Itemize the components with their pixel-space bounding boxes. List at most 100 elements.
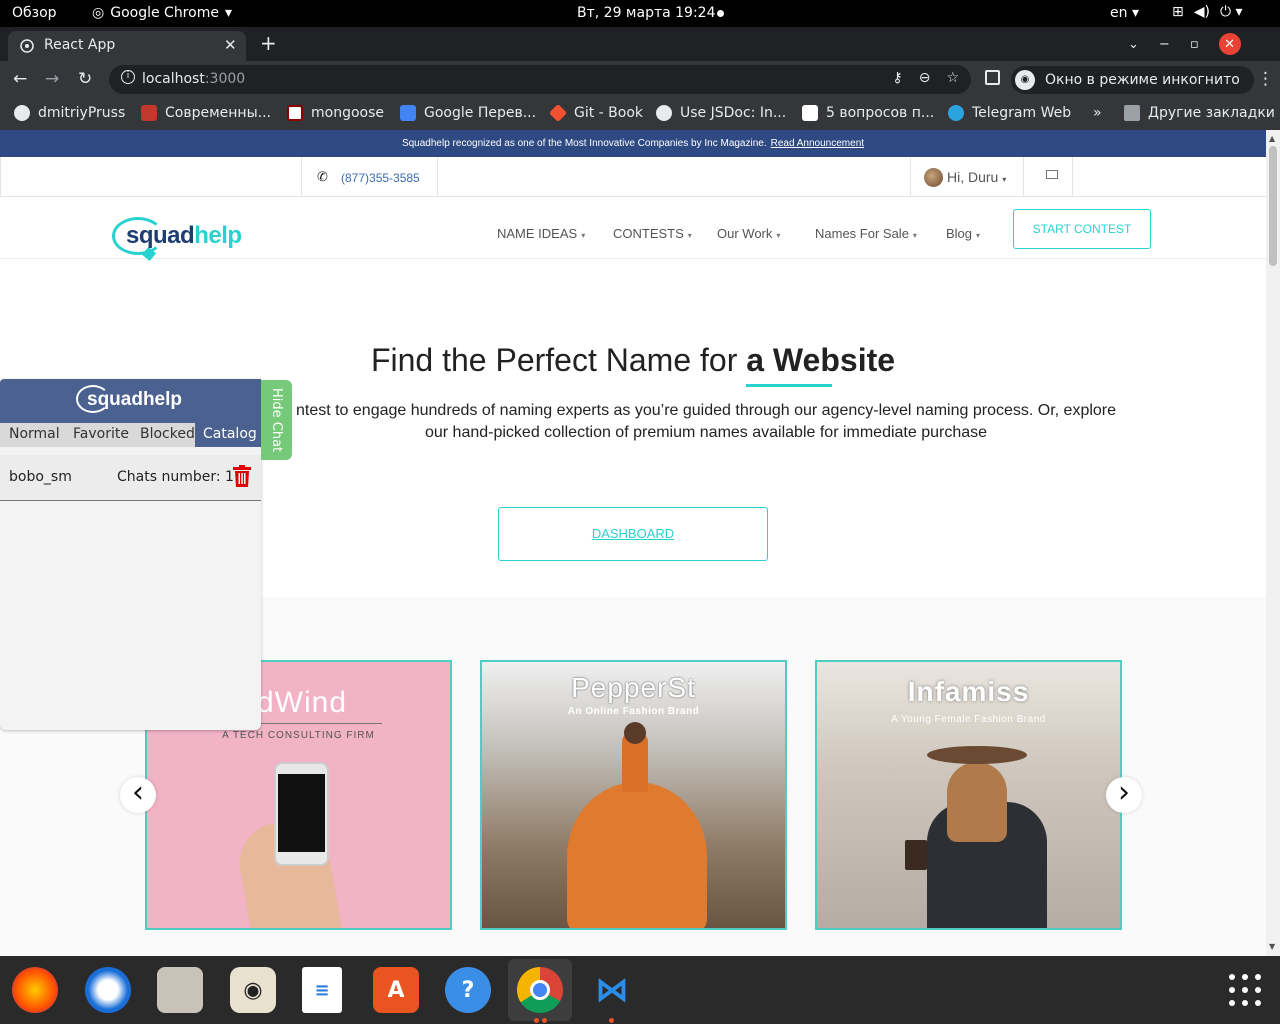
close-window-icon[interactable]: ✕ [1218, 33, 1241, 55]
key-icon[interactable]: ⚷ [892, 70, 902, 86]
hero-description: ntest to engage hundreds of naming exper… [295, 402, 1117, 441]
mongoose-icon [287, 105, 303, 121]
example-card[interactable]: PepperSt An Online Fashion Brand [480, 660, 787, 930]
translate-icon [400, 105, 416, 121]
app-menu[interactable]: ◎ Google Chrome ▾ [92, 5, 232, 21]
user-greeting: Hi, Duru ▾ [947, 169, 1007, 185]
chrome-icon[interactable] [517, 967, 563, 1013]
tab-blocked[interactable]: Blocked [133, 423, 195, 447]
read-announcement-link[interactable]: Read Announcement [771, 138, 864, 149]
dock: ◉ ≡ A ? ⋈ [0, 956, 1280, 1024]
chevron-right-icon: › [1118, 775, 1130, 810]
tab-title: React App [44, 37, 116, 53]
nav-names-for-sale[interactable]: Names For Sale ▾ [815, 226, 917, 241]
extension-icon[interactable] [985, 70, 1000, 85]
menu-dots-icon[interactable]: ⋮ [1257, 69, 1274, 89]
globe-icon [656, 105, 672, 121]
reload-icon[interactable]: ↻ [78, 69, 92, 89]
dashboard-button[interactable]: DASHBOARD [498, 507, 768, 561]
bookmark-item[interactable]: dmitriyPruss [14, 105, 125, 121]
mail-icon [1046, 170, 1058, 179]
bookmark-item[interactable]: Telegram Web [948, 105, 1071, 121]
announcement-banner: Squadhelp recognized as one of the Most … [0, 130, 1266, 157]
maximize-icon[interactable]: ▫ [1190, 37, 1199, 52]
trash-icon[interactable] [233, 465, 251, 487]
close-tab-icon[interactable]: ✕ [224, 36, 237, 54]
scroll-up-icon[interactable]: ▲ [1269, 134, 1275, 143]
tab-normal[interactable]: Normal [0, 423, 66, 447]
nav-name-ideas[interactable]: NAME IDEAS ▾ [497, 226, 585, 241]
help-icon[interactable]: ? [445, 967, 491, 1013]
chats-count: Chats number: 1 [117, 469, 234, 485]
bookmark-item[interactable]: Git - Book [548, 103, 643, 123]
firefox-icon[interactable] [12, 967, 58, 1013]
phone-cell: ✆ (877)355-3585 [301, 157, 438, 196]
card-subtitle: A TECH CONSULTING FIRM [222, 730, 375, 741]
example-card[interactable]: Infamiss A Young Female Fashion Brand [815, 660, 1122, 930]
software-icon[interactable]: A [373, 967, 419, 1013]
chat-panel: squadhelp Normal Favorite Blocked Catalo… [0, 379, 261, 730]
scroll-down-icon[interactable]: ▼ [1269, 942, 1275, 951]
avatar [924, 168, 943, 187]
card-subtitle: A Young Female Fashion Brand [891, 714, 1046, 725]
nav-blog[interactable]: Blog ▾ [946, 226, 980, 241]
user-menu[interactable]: Hi, Duru ▾ [910, 157, 1023, 196]
mail-button[interactable] [1023, 157, 1073, 196]
system-top-bar: Обзор ◎ Google Chrome ▾ Вт, 29 марта 19:… [0, 0, 1280, 27]
nav-our-work[interactable]: Our Work ▾ [717, 226, 780, 241]
medium-icon [802, 105, 818, 121]
caret-down-icon: ▾ [224, 5, 232, 21]
card-title: PepperSt [571, 672, 696, 703]
rhythmbox-icon[interactable]: ◉ [230, 967, 276, 1013]
system-tray[interactable]: ⊞ ◀) ⏻ ▾ [1172, 4, 1243, 20]
vscode-icon[interactable]: ⋈ [589, 967, 635, 1013]
activities-button[interactable]: Обзор [12, 5, 57, 21]
url-text: localhost:3000 [142, 71, 246, 87]
bookmark-item[interactable]: 5 вопросов п... [802, 105, 934, 121]
window-controls: ⌄ − ▫ ✕ [1128, 33, 1241, 55]
tab-search-icon[interactable]: ⌄ [1128, 37, 1139, 52]
thunderbird-icon[interactable] [85, 967, 131, 1013]
start-contest-button[interactable]: START CONTEST [1013, 209, 1151, 249]
bookmark-item[interactable]: Google Перев... [400, 105, 536, 121]
bookmark-item[interactable]: Современны... [141, 105, 271, 121]
star-icon[interactable]: ☆ [946, 70, 959, 86]
incognito-label: Окно в режиме инкогнито [1045, 72, 1240, 88]
forward-icon[interactable]: → [45, 69, 59, 89]
address-bar[interactable]: i localhost:3000 ⚷ ⊖ ☆ [109, 65, 971, 94]
card-subtitle: An Online Fashion Brand [567, 706, 700, 717]
app-name: Google Chrome [110, 5, 219, 21]
language-indicator[interactable]: en ▾ [1110, 5, 1139, 21]
catalog-item[interactable]: bobo_sm Chats number: 1 [0, 455, 261, 501]
phone-icon: ✆ [317, 169, 328, 184]
browser-tab[interactable]: React App ✕ [8, 31, 246, 61]
bookmarks-overflow-button[interactable]: » [1093, 105, 1102, 121]
minimize-icon[interactable]: − [1159, 37, 1170, 52]
hero-underline [746, 384, 832, 387]
scrollbar-thumb[interactable] [1269, 146, 1277, 266]
nav-contests[interactable]: CONTESTS ▾ [613, 226, 692, 241]
tab-catalog[interactable]: Catalog [195, 423, 261, 447]
phone-link[interactable]: (877)355-3585 [341, 171, 420, 185]
other-bookmarks-folder[interactable]: Другие закладки [1124, 105, 1275, 121]
zoom-icon[interactable]: ⊖ [919, 70, 931, 86]
back-icon[interactable]: ← [13, 69, 27, 89]
bookmarks-bar: dmitriyPruss Современны... mongoose Goog… [0, 98, 1280, 130]
site-info-icon[interactable]: i [121, 70, 135, 84]
show-applications-icon[interactable] [1229, 974, 1261, 1006]
files-icon[interactable] [157, 967, 203, 1013]
incognito-icon: ◉ [1015, 70, 1035, 90]
tab-favorite[interactable]: Favorite [66, 423, 133, 447]
new-tab-button[interactable]: + [260, 31, 277, 55]
clock[interactable]: Вт, 29 марта 19:24 [577, 5, 715, 21]
incognito-badge[interactable]: ◉ Окно в режиме инкогнито [1011, 66, 1254, 94]
writer-icon[interactable]: ≡ [302, 967, 342, 1013]
carousel-prev-button[interactable]: ‹ [120, 777, 156, 813]
bookmark-item[interactable]: Use JSDoc: In... [656, 105, 786, 121]
folder-icon [1124, 105, 1140, 121]
bookmark-item[interactable]: mongoose [287, 105, 384, 121]
hide-chat-button[interactable]: Hide Chat [261, 380, 292, 460]
page-scrollbar[interactable]: ▲ ▼ [1266, 130, 1280, 956]
carousel-next-button[interactable]: › [1106, 777, 1142, 813]
chat-tabs: Normal Favorite Blocked Catalog [0, 423, 261, 447]
